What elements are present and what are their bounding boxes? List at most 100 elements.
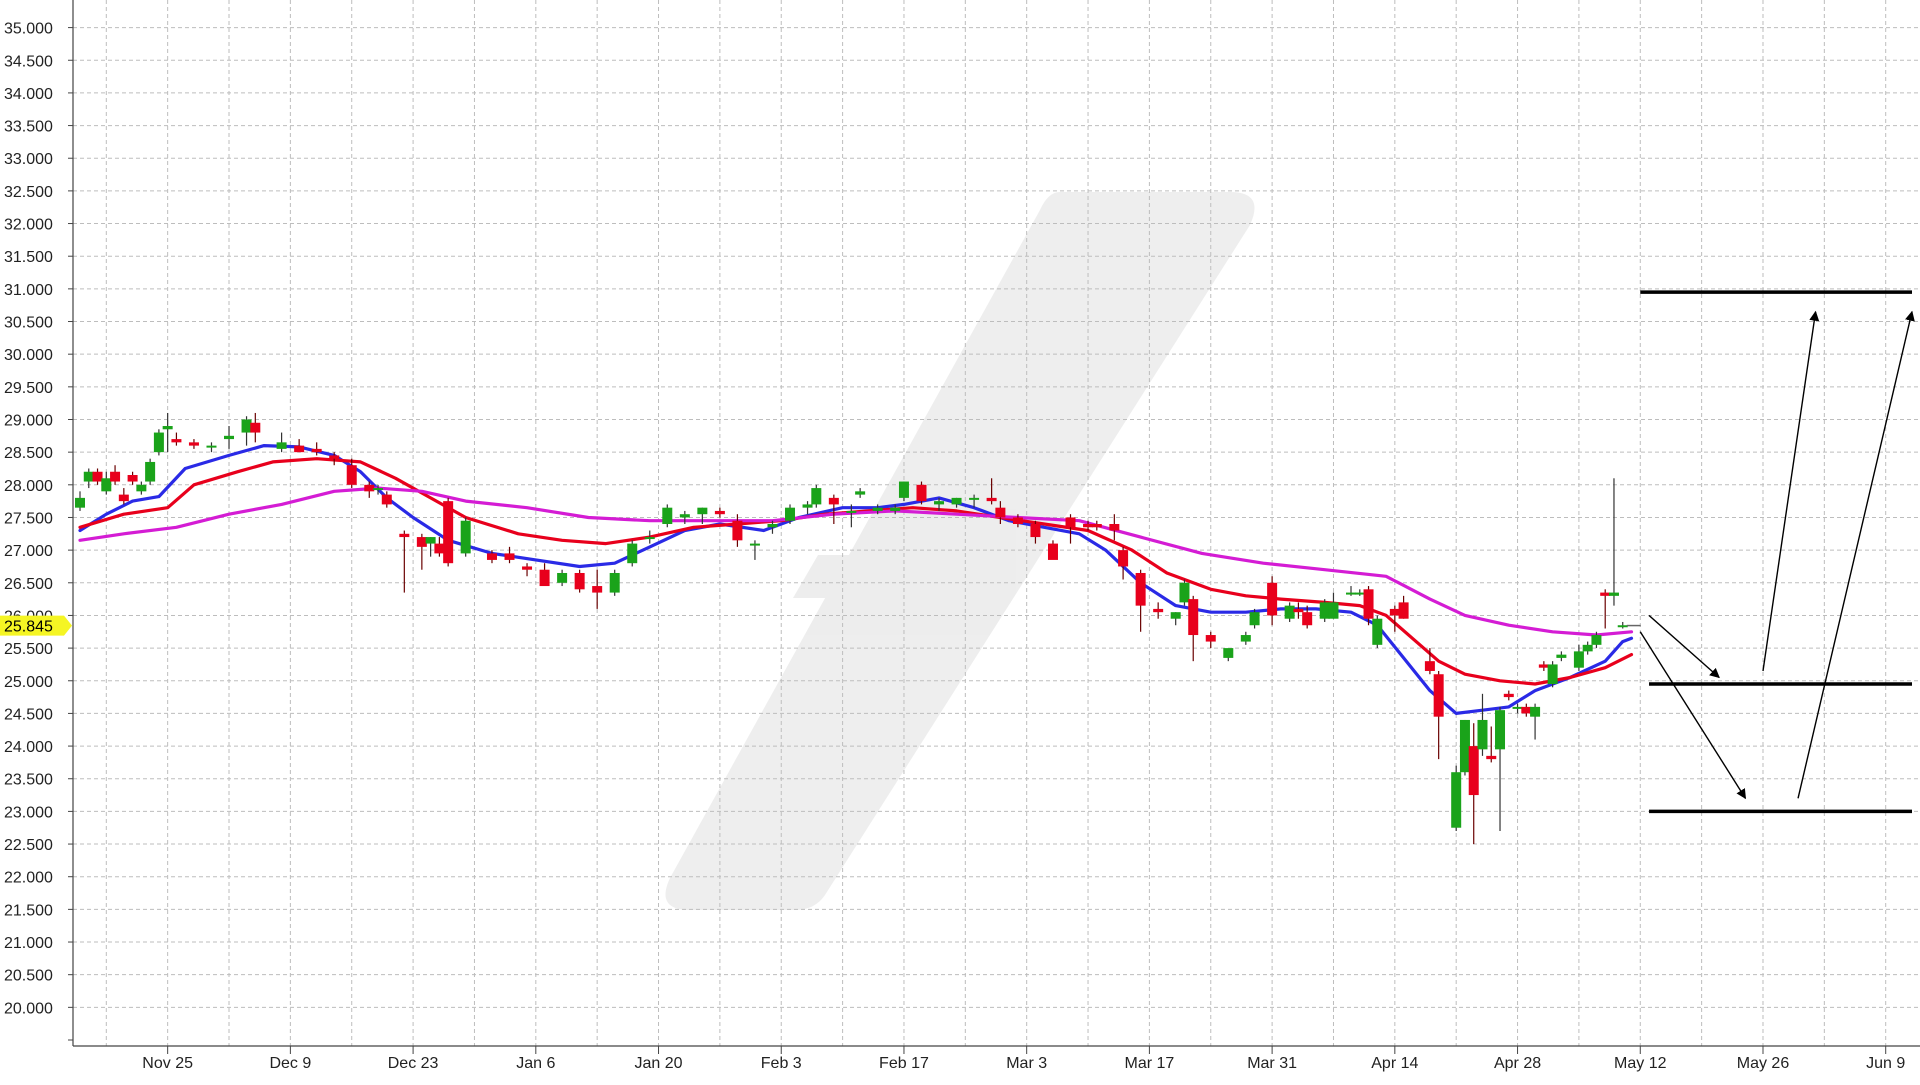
candle-body (153, 432, 164, 453)
candle-body (1503, 693, 1514, 698)
candle-body (1284, 605, 1295, 619)
candle-body (714, 510, 725, 515)
y-tick-label: 33.500 (4, 119, 53, 136)
candle-body (434, 543, 445, 554)
candle-body (1468, 746, 1479, 796)
candle-body (92, 471, 103, 482)
projection-arrow (1639, 631, 1747, 800)
candle-body (1538, 664, 1549, 668)
candle-body (1582, 644, 1593, 652)
y-tick-label: 27.500 (4, 510, 53, 527)
candle-body (1573, 651, 1584, 668)
y-tick-label: 24.500 (4, 706, 53, 723)
candle-body (1459, 719, 1470, 773)
candle-body (101, 478, 112, 492)
y-tick-label: 27.000 (4, 543, 53, 560)
candle-body (241, 419, 252, 433)
candle-body (504, 553, 515, 560)
candle-body (1188, 599, 1199, 636)
candle-body (373, 488, 384, 491)
candle-body (697, 507, 708, 515)
candle-body (732, 520, 743, 541)
candle-body (329, 455, 340, 459)
y-tick-label: 30.000 (4, 347, 53, 364)
x-tick-label: Apr 14 (1371, 1055, 1418, 1072)
candle-body (574, 572, 585, 590)
x-tick-label: Jan 6 (516, 1055, 555, 1072)
candle-body (1293, 608, 1304, 613)
x-tick-label: Mar 3 (1006, 1055, 1047, 1072)
y-tick-label: 33.000 (4, 151, 53, 168)
candle-body (1223, 648, 1234, 658)
candle-body (627, 543, 638, 564)
candle-body (110, 471, 121, 482)
y-tick-label: 35.000 (4, 21, 53, 38)
candle-body (136, 484, 147, 492)
x-tick-label: Dec 23 (388, 1055, 439, 1072)
candle-body (1319, 602, 1330, 619)
candle-body (749, 543, 760, 546)
candle-body (951, 497, 962, 505)
candle-body (311, 448, 322, 453)
candle-body (118, 494, 129, 502)
candle-body (1091, 524, 1102, 528)
x-tick-label: Jan 20 (635, 1055, 683, 1072)
candle-body (1530, 706, 1541, 717)
y-tick-label: 22.500 (4, 837, 53, 854)
candle-body (460, 520, 471, 554)
y-tick-label: 26.500 (4, 576, 53, 593)
candle-body (1083, 524, 1094, 528)
x-tick-label: Feb 3 (761, 1055, 802, 1072)
candle-body (995, 507, 1006, 518)
candle-body (1556, 654, 1567, 658)
candle-body (188, 442, 199, 446)
candle-body (1451, 772, 1462, 828)
x-tick-label: May 26 (1737, 1055, 1790, 1072)
candle-body (1608, 592, 1619, 596)
candle-body (443, 501, 454, 564)
y-tick-label: 31.500 (4, 249, 53, 266)
candle-body (609, 572, 620, 593)
candle-body (381, 494, 392, 505)
candle-body (294, 445, 305, 453)
candle-body (1591, 635, 1602, 645)
y-tick-label: 24.000 (4, 739, 53, 756)
candle-body (1118, 550, 1129, 567)
y-tick-label: 32.000 (4, 217, 53, 234)
drawings (1626, 290, 1915, 814)
last-price-label: 25.845 (4, 619, 53, 636)
candle-body (416, 537, 427, 547)
candle-body (1346, 592, 1357, 595)
candle-body (662, 507, 673, 524)
candle-body (127, 475, 138, 482)
candle-body (1486, 755, 1497, 760)
candle-body (224, 435, 235, 440)
candle-body (1398, 602, 1409, 619)
candle-body (1030, 524, 1041, 538)
y-tick-label: 29.500 (4, 380, 53, 397)
candle-body (969, 497, 980, 500)
candle-body (1012, 517, 1023, 524)
candle-body (1477, 719, 1488, 750)
candle-body (898, 481, 909, 498)
candle-body (811, 488, 822, 505)
y-tick-label: 25.500 (4, 641, 53, 658)
candle-body (1302, 612, 1313, 626)
chart-canvas: 20.000 20.500 21.000 21.500 22.000 22.500 23.0… (0, 0, 1920, 1072)
projection-arrow (1797, 310, 1915, 799)
candle-body (1135, 572, 1146, 606)
candle-body (539, 569, 550, 587)
candle-body (399, 533, 410, 538)
candle-body (83, 471, 94, 482)
candle-body (346, 465, 357, 485)
candle-body (425, 537, 436, 544)
projection-arrow (1762, 310, 1820, 672)
y-tick-label: 20.000 (4, 1000, 53, 1017)
y-tick-label: 23.000 (4, 804, 53, 821)
candlestick-chart: 20.000 20.500 21.000 21.500 22.000 22.500 23.0… (0, 0, 1920, 1080)
x-tick-label: Mar 17 (1124, 1055, 1174, 1072)
candle-body (644, 537, 655, 540)
candle-body (1521, 706, 1532, 714)
y-tick-label: 23.500 (4, 772, 53, 789)
candle-body (1433, 674, 1444, 717)
